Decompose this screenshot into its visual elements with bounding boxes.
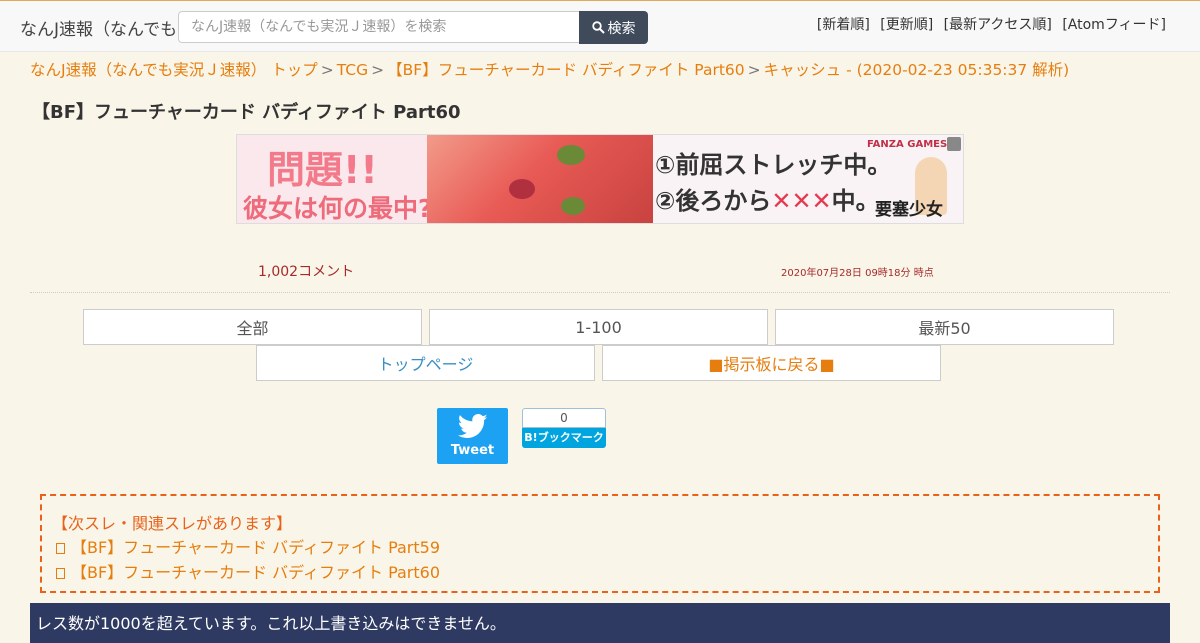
twitter-bird-icon: [457, 414, 487, 438]
breadcrumb-home[interactable]: なんJ速報（なんでも実況Ｊ速報） トップ: [30, 61, 318, 79]
bullet-icon: [56, 568, 65, 579]
breadcrumb: なんJ速報（なんでも実況Ｊ速報） トップ > TCG > 【BF】フューチャーカード バ…: [30, 58, 1069, 80]
related-thread-link[interactable]: 【BF】フューチャーカード バディファイト Part59: [56, 534, 440, 558]
top-navbar: なんJ速報（なんでも実況Ｊ速報） 検索 [新着順] [更新順] [最新アクセス順…: [0, 0, 1200, 52]
tweet-button[interactable]: Tweet: [437, 408, 508, 464]
top-page-button[interactable]: トップページ: [256, 345, 595, 381]
banner-art-eye: [561, 197, 585, 215]
banner-line-2-marks: ✕✕✕: [771, 187, 832, 215]
site-name-link[interactable]: なんJ速報（なんでも実況Ｊ速報）: [20, 15, 180, 40]
divider: [30, 292, 1170, 293]
hatena-bookmark-button[interactable]: 0 B!ブックマーク: [522, 408, 606, 448]
bullet-icon: [56, 543, 65, 554]
nav-new[interactable]: [新着順]: [817, 17, 870, 33]
banner-character-art: [427, 135, 653, 223]
banner-left-panel: 問題!! 彼女は何の最中?: [237, 135, 433, 223]
search-input[interactable]: [178, 11, 580, 43]
tweet-label: Tweet: [450, 443, 495, 458]
back-to-board-button[interactable]: ■掲示板に戻る■: [602, 345, 941, 381]
ad-banner[interactable]: 問題!! 彼女は何の最中? ①前屈ストレッチ中。 ②後ろから✕✕✕中。 FANZ…: [236, 134, 964, 224]
banner-line-2-suffix: 中。: [831, 187, 880, 215]
comment-count: 1,002コメント: [258, 264, 355, 280]
search-icon: [591, 21, 605, 34]
ad-close-icon[interactable]: [947, 137, 961, 151]
related-threads-heading: 【次スレ・関連スレがあります】: [52, 514, 293, 533]
show-1-100-button[interactable]: 1-100: [429, 309, 768, 345]
banner-right-panel: ①前屈ストレッチ中。 ②後ろから✕✕✕中。 FANZA GAMES 要塞少女: [653, 135, 963, 223]
hatena-bookmark-label: B!ブックマーク: [522, 428, 606, 448]
search-button-label: 検索: [607, 20, 636, 37]
breadcrumb-cache[interactable]: キャッシュ - (2020-02-23 05:35:37 解析): [764, 61, 1070, 79]
nav-recent-access[interactable]: [最新アクセス順]: [944, 17, 1052, 33]
banner-game-title: 要塞少女: [875, 200, 943, 220]
related-threads-box: 【次スレ・関連スレがあります】 【BF】フューチャーカード バディファイト Pa…: [40, 494, 1160, 593]
related-thread-title: 【BF】フューチャーカード バディファイト Part59: [71, 538, 441, 557]
snapshot-timestamp: 2020年07月28日 09時18分 時点: [781, 268, 934, 279]
banner-art-eye: [557, 145, 585, 165]
page-title: 【BF】フューチャーカード バディファイト Part60: [32, 102, 461, 123]
related-thread-title: 【BF】フューチャーカード バディファイト Part60: [71, 563, 441, 582]
banner-subheadline: 彼女は何の最中?: [243, 194, 433, 223]
post-limit-notice: レス数が1000を超えています。これ以上書き込みはできません。: [30, 603, 1170, 643]
breadcrumb-separator: >: [320, 61, 334, 79]
banner-line-1: ①前屈ストレッチ中。: [655, 151, 892, 179]
breadcrumb-thread[interactable]: 【BF】フューチャーカード バディファイト Part60: [387, 61, 745, 79]
show-all-button[interactable]: 全部: [83, 309, 422, 345]
search-button[interactable]: 検索: [579, 11, 648, 44]
related-thread-link[interactable]: 【BF】フューチャーカード バディファイト Part60: [56, 559, 440, 583]
breadcrumb-category[interactable]: TCG: [337, 61, 368, 79]
hatena-bookmark-count: 0: [522, 408, 606, 428]
banner-art-mouth: [509, 179, 535, 199]
banner-line-2-prefix: ②後ろから: [655, 187, 772, 215]
nav-links: [新着順] [更新順] [最新アクセス順] [Atomフィード]: [811, 14, 1166, 34]
banner-brand-logo: FANZA GAMES: [867, 139, 948, 150]
nav-atom-feed[interactable]: [Atomフィード]: [1062, 17, 1166, 33]
nav-updated[interactable]: [更新順]: [880, 17, 933, 33]
banner-line-2: ②後ろから✕✕✕中。: [655, 181, 880, 216]
breadcrumb-separator: >: [747, 61, 761, 79]
show-latest-50-button[interactable]: 最新50: [775, 309, 1114, 345]
banner-headline: 問題!!: [267, 148, 378, 192]
breadcrumb-separator: >: [371, 61, 385, 79]
